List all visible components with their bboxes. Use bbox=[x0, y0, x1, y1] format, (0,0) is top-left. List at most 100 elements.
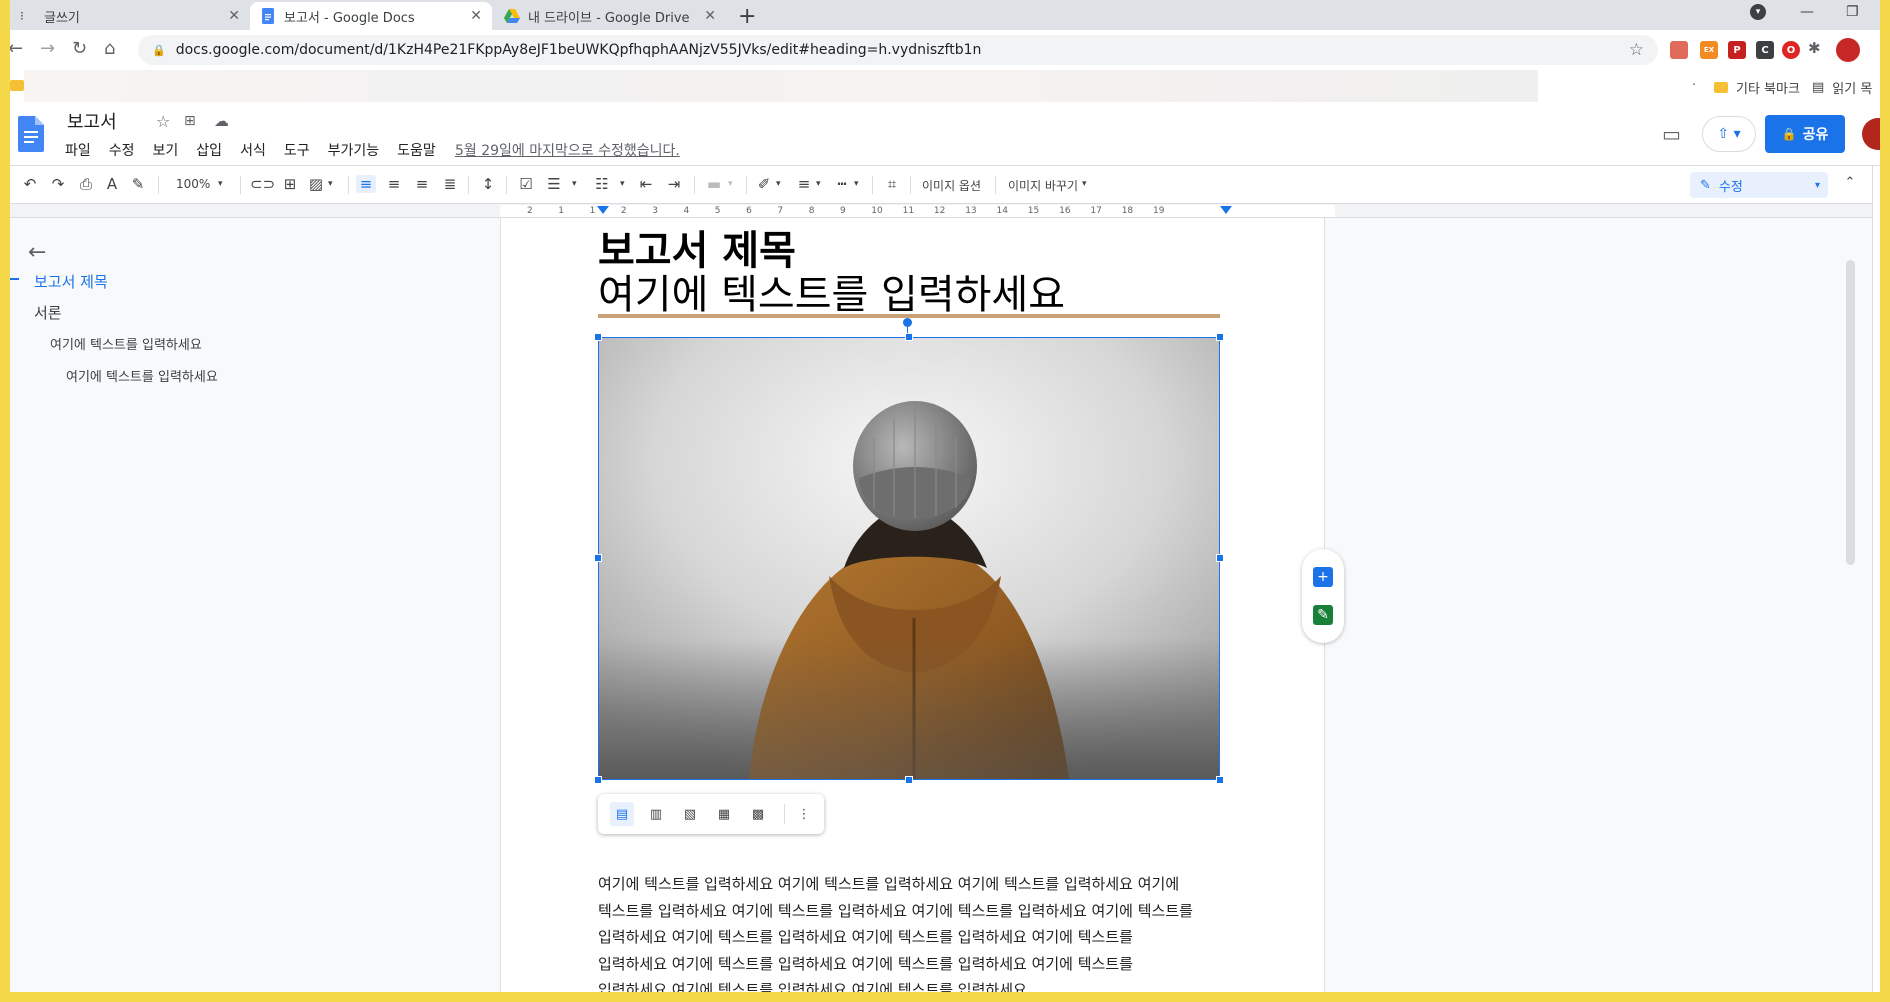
cast-icon[interactable] bbox=[1670, 41, 1688, 59]
decrease-indent-icon[interactable]: ⇤ bbox=[636, 175, 656, 193]
other-bookmarks[interactable]: 기타 북마크 bbox=[1714, 78, 1800, 97]
rotate-handle[interactable] bbox=[903, 318, 912, 327]
checklist-icon[interactable]: ☑ bbox=[516, 175, 536, 193]
chevron-down-icon[interactable]: ▾ bbox=[218, 179, 223, 189]
vertical-scrollbar[interactable] bbox=[1846, 260, 1855, 565]
outline-item-report-title[interactable]: 보고서 제목 bbox=[34, 271, 108, 292]
collapse-menu-icon[interactable]: ⌃ bbox=[1840, 175, 1860, 190]
undo-icon[interactable]: ↶ bbox=[20, 175, 40, 193]
forward-icon[interactable]: → bbox=[40, 38, 55, 59]
back-arrow-icon[interactable]: ← bbox=[28, 240, 46, 265]
border-dash-icon[interactable]: ┅ bbox=[832, 175, 852, 193]
suggest-edit-icon[interactable]: ✎ bbox=[1313, 605, 1333, 625]
cloud-status-icon[interactable]: ☁ bbox=[214, 112, 229, 130]
crop-icon[interactable]: ⌗ bbox=[882, 175, 902, 193]
tab-close-icon[interactable]: ✕ bbox=[228, 8, 240, 24]
profile-avatar-icon[interactable] bbox=[1836, 38, 1860, 62]
home-icon[interactable]: ⌂ bbox=[104, 38, 115, 59]
maximize-icon[interactable]: ❐ bbox=[1846, 4, 1859, 20]
minimize-icon[interactable]: — bbox=[1800, 4, 1814, 20]
account-avatar[interactable] bbox=[1862, 118, 1880, 150]
move-folder-icon[interactable]: ⊞ bbox=[184, 113, 196, 129]
address-bar[interactable]: 🔒 docs.google.com/document/d/1KzH4Pe21FK… bbox=[138, 35, 1658, 65]
zoom-select[interactable]: 100% bbox=[176, 177, 210, 191]
ext-red-icon[interactable]: P bbox=[1728, 41, 1746, 59]
chevron-down-icon[interactable]: ▾ bbox=[1082, 179, 1087, 189]
chevron-down-icon[interactable]: ▾ bbox=[854, 179, 859, 189]
bookmark-folder-icon[interactable] bbox=[10, 80, 24, 91]
line-spacing-icon[interactable]: ↕ bbox=[478, 175, 498, 193]
chevron-down-icon[interactable]: ▾ bbox=[728, 179, 733, 189]
bookmark-star-icon[interactable]: ☆ bbox=[1629, 40, 1644, 60]
back-icon[interactable]: ← bbox=[10, 38, 23, 59]
redo-icon[interactable]: ↷ bbox=[48, 175, 68, 193]
chevron-down-icon[interactable]: ▾ bbox=[328, 179, 333, 189]
resize-handle-nw[interactable] bbox=[594, 333, 602, 341]
border-color-icon[interactable]: ▬ bbox=[704, 175, 724, 193]
star-icon[interactable]: ☆ bbox=[156, 112, 170, 131]
tab-close-icon[interactable]: ✕ bbox=[470, 8, 482, 24]
justify-icon[interactable]: ≣ bbox=[440, 175, 460, 193]
tab-search-icon[interactable]: ▾ bbox=[1750, 4, 1766, 20]
replace-image-button[interactable]: 이미지 바꾸기 bbox=[1008, 177, 1078, 194]
in-front-of-text-icon[interactable]: ▩ bbox=[746, 802, 770, 826]
menu-view[interactable]: 보기 bbox=[153, 140, 179, 160]
chevron-down-icon[interactable]: ▾ bbox=[776, 179, 781, 189]
chevron-down-icon[interactable]: ▾ bbox=[620, 179, 625, 189]
numbered-list-icon[interactable]: ☷ bbox=[592, 175, 612, 193]
add-comment-icon[interactable]: ⊞ bbox=[280, 175, 300, 193]
present-button[interactable]: ⇧ ▾ bbox=[1702, 116, 1756, 152]
menu-file[interactable]: 파일 bbox=[65, 140, 91, 160]
last-edit-link[interactable]: 5월 29일에 마지막으로 수정했습니다. bbox=[455, 140, 680, 160]
tab-writing[interactable]: ⁝ 글쓰기 ✕ bbox=[10, 2, 250, 30]
tab-docs[interactable]: 보고서 - Google Docs ✕ bbox=[250, 2, 492, 30]
tab-drive[interactable]: 내 드라이브 - Google Drive ✕ bbox=[494, 2, 726, 30]
outline-item-text-1[interactable]: 여기에 텍스트를 입력하세요 bbox=[50, 334, 202, 353]
selected-image[interactable] bbox=[594, 333, 1224, 784]
increase-indent-icon[interactable]: ⇥ bbox=[664, 175, 684, 193]
outline-item-text-2[interactable]: 여기에 텍스트를 입력하세요 bbox=[66, 366, 218, 385]
wrap-text-icon[interactable]: ▥ bbox=[644, 802, 668, 826]
add-comment-icon[interactable]: + bbox=[1313, 567, 1333, 587]
comment-history-icon[interactable]: ▭ bbox=[1662, 122, 1681, 146]
resize-handle-s[interactable] bbox=[905, 776, 913, 784]
horizontal-ruler[interactable]: 2 1 1 2 3 4 5 6 7 8 9 10 11 12 13 14 15 16 17 18 19 bbox=[10, 204, 1872, 218]
link-icon[interactable]: ⊂⊃ bbox=[250, 175, 275, 193]
resize-handle-se[interactable] bbox=[1216, 776, 1224, 784]
new-tab-button[interactable]: + bbox=[738, 4, 756, 29]
right-indent-marker[interactable] bbox=[1220, 206, 1232, 214]
resize-handle-w[interactable] bbox=[594, 554, 602, 562]
more-options-icon[interactable]: ⋮ bbox=[792, 802, 816, 826]
align-left-icon[interactable]: ≡ bbox=[356, 175, 376, 193]
ext-c-icon[interactable]: C bbox=[1756, 41, 1774, 59]
menu-addons[interactable]: 부가기능 bbox=[328, 140, 380, 160]
align-right-icon[interactable]: ≡ bbox=[412, 175, 432, 193]
tab-close-icon[interactable]: ✕ bbox=[704, 8, 716, 24]
bulleted-list-icon[interactable]: ☰ bbox=[544, 175, 564, 193]
spellcheck-icon[interactable]: A bbox=[102, 175, 122, 193]
paint-format-icon[interactable]: ✎ bbox=[128, 175, 148, 193]
resize-handle-e[interactable] bbox=[1216, 554, 1224, 562]
lock-icon[interactable]: 🔒 bbox=[152, 44, 166, 57]
border-weight-icon[interactable]: ≡ bbox=[794, 175, 814, 193]
border-pen-icon[interactable]: ✐ bbox=[754, 175, 774, 193]
align-center-icon[interactable]: ≡ bbox=[384, 175, 404, 193]
document-subheading[interactable]: 여기에 텍스트를 입력하세요 bbox=[598, 262, 1065, 320]
print-icon[interactable]: ⎙ bbox=[76, 175, 96, 193]
document-title[interactable]: 보고서 bbox=[67, 108, 117, 134]
resize-handle-ne[interactable] bbox=[1216, 333, 1224, 341]
reload-icon[interactable]: ↻ bbox=[72, 38, 87, 59]
menu-tools[interactable]: 도구 bbox=[284, 140, 310, 160]
wrap-inline-icon[interactable]: ▤ bbox=[610, 802, 634, 826]
left-indent-marker[interactable] bbox=[597, 206, 609, 214]
chevron-down-icon[interactable]: ▾ bbox=[572, 179, 577, 189]
break-text-icon[interactable]: ▧ bbox=[678, 802, 702, 826]
menu-insert[interactable]: 삽입 bbox=[196, 140, 222, 160]
chevron-down-icon[interactable]: ▾ bbox=[816, 179, 821, 189]
behind-text-icon[interactable]: ▦ bbox=[712, 802, 736, 826]
image-options-button[interactable]: 이미지 옵션 bbox=[922, 177, 981, 194]
resize-handle-n[interactable] bbox=[905, 333, 913, 341]
menu-format[interactable]: 서식 bbox=[240, 140, 266, 160]
menu-help[interactable]: 도움말 bbox=[397, 140, 436, 160]
menu-edit[interactable]: 수정 bbox=[109, 140, 135, 160]
